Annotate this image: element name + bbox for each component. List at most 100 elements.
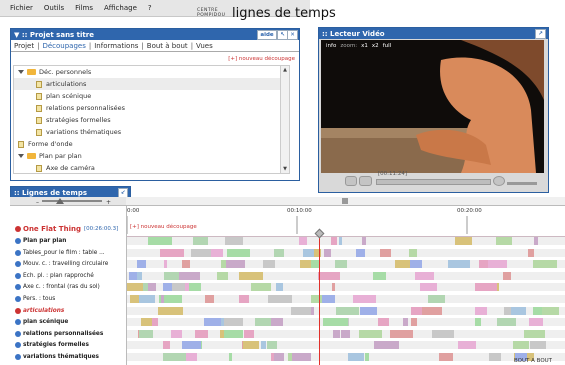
track-segment[interactable] [489,353,501,361]
scroll-up-icon[interactable]: ▲ [282,67,288,73]
main-track-header[interactable]: One Flat Thing [00:26:00.3] [10,224,126,234]
track-segment[interactable] [224,318,243,327]
timeline-scroll-thumb[interactable] [342,198,348,204]
track-segment[interactable] [179,271,200,280]
track-segment[interactable] [239,271,263,280]
track-segment[interactable] [409,248,417,257]
track-label[interactable]: stratégies formelles [10,340,126,350]
track-segment[interactable] [365,353,369,361]
track-lane[interactable] [127,237,565,245]
track-lane[interactable] [127,295,565,303]
track-toggle-icon[interactable] [15,238,21,244]
track-lane[interactable] [127,260,565,269]
track-segment[interactable] [475,283,497,292]
tab-informations[interactable]: Informations [94,42,138,50]
timeline-scrollbar[interactable] [126,197,565,206]
track-toggle-icon[interactable] [15,342,21,349]
track-segment[interactable] [171,329,182,338]
track-toggle-icon[interactable] [15,319,21,326]
track-segment[interactable] [420,283,437,292]
track-segment[interactable] [323,318,348,327]
track-segment[interactable] [411,318,417,327]
track-segment[interactable] [193,237,208,245]
track-segment[interactable] [205,295,214,303]
info-toggle[interactable]: info [326,43,336,49]
track-lane[interactable] [127,341,565,350]
expand-arrow-icon[interactable] [18,70,24,74]
track-segment[interactable] [339,237,342,245]
menu-affichage[interactable]: Affichage [104,4,137,12]
track-segment[interactable] [488,260,507,269]
track-segment[interactable] [182,260,190,269]
track-segment[interactable] [182,341,201,350]
track-segment[interactable] [542,306,559,315]
scrub-bar[interactable] [376,179,491,185]
track-toggle-icon[interactable] [15,307,21,314]
tree-scrollbar[interactable]: ▲ ▼ [280,66,289,173]
track-toggle-icon[interactable] [15,272,21,279]
track-segment[interactable] [226,260,245,269]
track-segment[interactable] [455,237,472,245]
play-button[interactable] [359,176,372,186]
tree-item[interactable]: articulations [14,78,289,90]
track-label[interactable]: Tables_pour le film : table ... [10,248,126,258]
track-segment[interactable] [513,341,529,350]
track-segment[interactable] [373,271,386,280]
track-segment[interactable] [225,237,243,245]
track-segment[interactable] [161,295,164,303]
scroll-down-icon[interactable]: ▼ [282,166,288,172]
track-segment[interactable] [274,248,284,257]
zoom-full[interactable]: full [383,43,391,49]
track-segment[interactable] [448,260,470,269]
track-segment[interactable] [261,341,266,350]
track-segment[interactable] [524,329,545,338]
track-toggle-icon[interactable] [15,330,21,337]
volume-slider[interactable] [507,182,537,185]
track-segment[interactable] [439,353,453,361]
tree-item[interactable]: variations thématiques [14,126,289,138]
track-segment[interactable] [359,329,382,338]
track-lane[interactable] [127,353,565,361]
track-label[interactable]: Plan par plan [10,236,126,246]
track-segment[interactable] [137,271,142,280]
track-segment[interactable] [529,318,543,327]
track-segment[interactable] [422,306,442,315]
track-lane[interactable] [127,283,565,292]
track-segment[interactable] [186,353,197,361]
track-segment[interactable] [172,283,185,292]
track-segment[interactable] [353,295,376,303]
help-button[interactable]: aide [257,30,277,40]
track-segment[interactable] [244,329,254,338]
track-segment[interactable] [528,248,534,257]
track-segment[interactable] [380,248,391,257]
track-segment[interactable] [496,237,512,245]
track-segment[interactable] [229,353,232,361]
track-segment[interactable] [475,318,481,327]
track-segment[interactable] [378,318,389,327]
track-segment[interactable] [204,318,221,327]
volume-icon[interactable] [493,176,505,186]
project-titlebar[interactable]: ▼ :: Projet sans titre aide ↖ ✕ [11,29,299,40]
track-lane[interactable] [127,329,565,338]
tree-item[interactable]: Déc. personnels [14,66,289,78]
track-segment[interactable] [415,271,434,280]
track-segment[interactable] [267,341,277,350]
track-segment[interactable] [227,248,250,257]
track-toggle-icon[interactable] [15,249,21,256]
tree-item[interactable]: Forme d'onde [14,138,289,150]
track-label[interactable]: Axe c. : frontal (ras du sol) [10,282,126,292]
track-segment[interactable] [158,306,183,315]
track-segment[interactable] [533,260,557,269]
track-segment[interactable] [251,283,271,292]
tree-item[interactable]: Axe de caméra [14,162,289,173]
track-segment[interactable] [497,318,516,327]
track-lane[interactable] [127,271,565,280]
track-segment[interactable] [291,306,311,315]
track-label[interactable]: Pers. : tous [10,294,126,304]
track-segment[interactable] [458,341,476,350]
track-label[interactable]: articulations [10,306,126,316]
expand-arrow-icon[interactable] [18,154,24,158]
track-toggle-icon[interactable] [15,284,21,291]
track-toggle-icon[interactable] [15,296,21,302]
tree-item[interactable]: relations personnalisées [14,102,289,114]
